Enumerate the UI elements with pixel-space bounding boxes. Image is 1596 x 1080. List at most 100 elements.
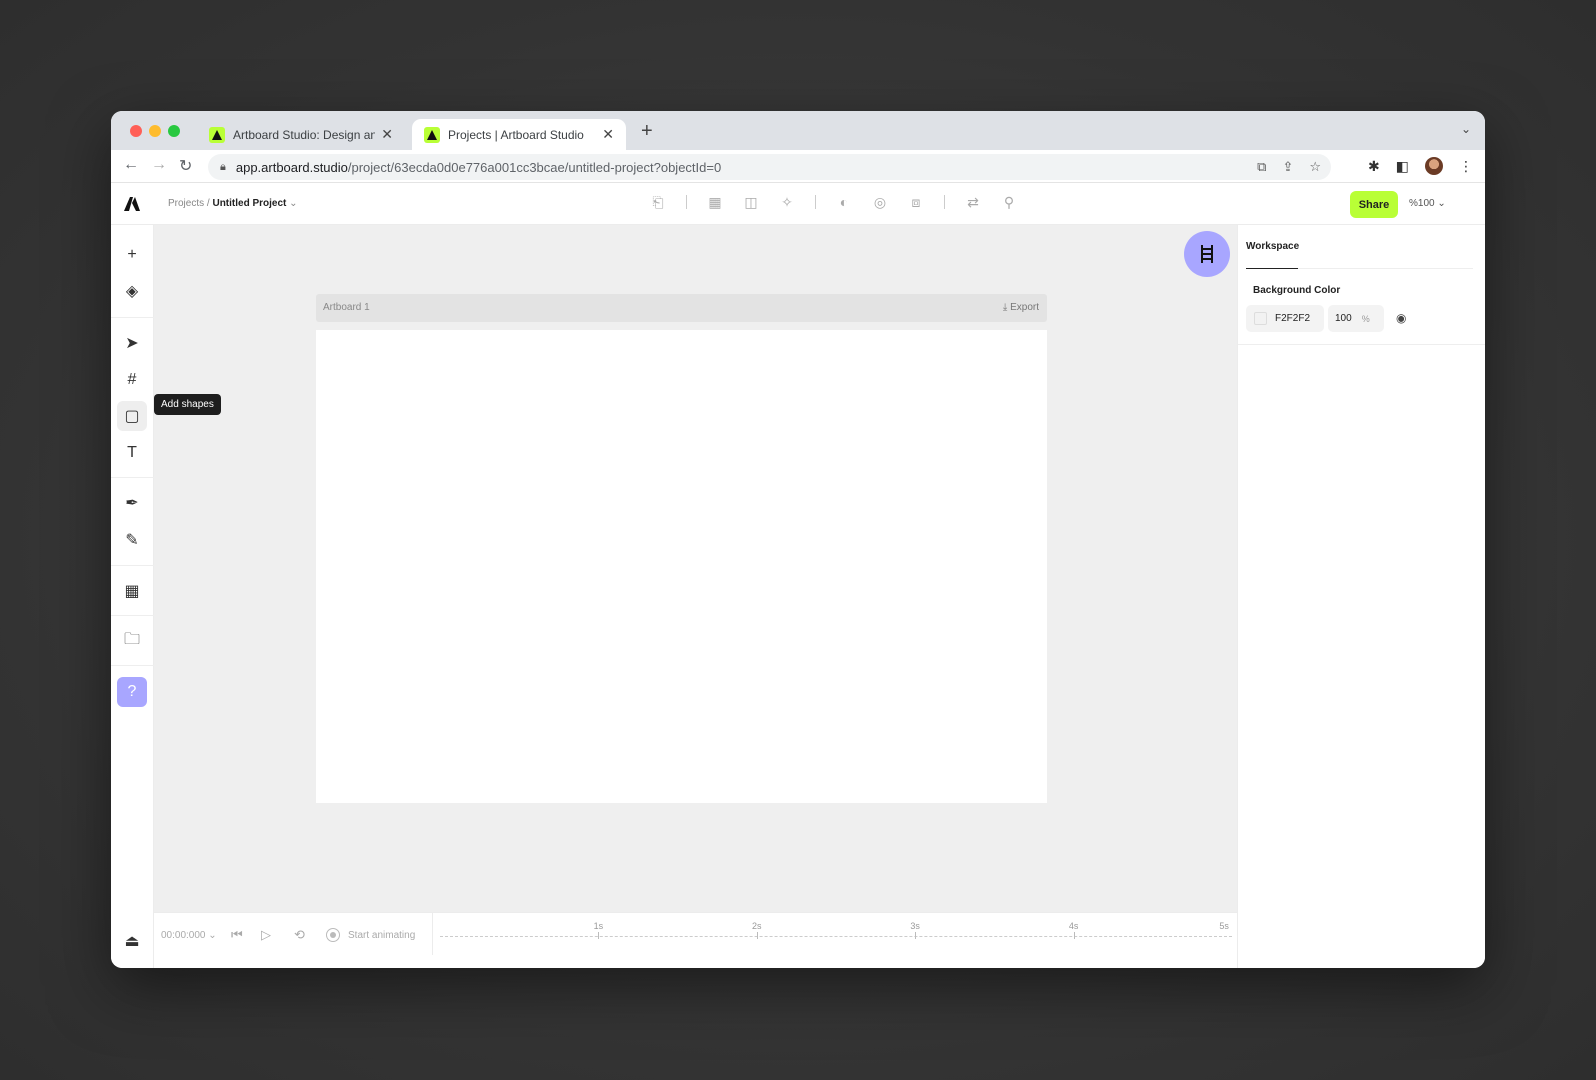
rail-divider: [111, 615, 154, 616]
opacity-field[interactable]: 100 %: [1328, 305, 1384, 332]
text-tool-icon[interactable]: T: [117, 438, 147, 468]
artboard[interactable]: [316, 330, 1047, 803]
close-tab-icon[interactable]: ✕: [602, 126, 614, 143]
zoom-value: %100: [1409, 198, 1435, 209]
table-icon[interactable]: ▦: [117, 576, 147, 606]
background-color-field[interactable]: F2F2F2: [1246, 305, 1324, 332]
skip-back-icon[interactable]: ⏮: [231, 927, 243, 943]
chevron-down-icon: ⌄: [1437, 198, 1446, 209]
close-tab-icon[interactable]: ✕: [381, 126, 393, 143]
close-window-button[interactable]: [130, 125, 142, 137]
new-tab-icon[interactable]: +: [641, 120, 653, 143]
rail-divider: [111, 665, 154, 666]
app-header: Projects / Untitled Project ⌄ ⎗ ▦ ◫ ✧ ◐ …: [111, 183, 1485, 225]
back-arrow-icon[interactable]: ←: [123, 156, 139, 174]
artboard-header[interactable]: Artboard 1 ⤓ Export: [316, 294, 1047, 322]
rail-divider: [111, 477, 154, 478]
artboard-favicon-icon: [424, 126, 440, 143]
ladder-icon[interactable]: [1184, 231, 1230, 277]
rail-divider: [111, 317, 154, 318]
contrast-icon[interactable]: ◐: [836, 194, 852, 210]
add-shapes-icon[interactable]: ▢: [117, 401, 147, 431]
zoom-select[interactable]: %100 ⌄: [1409, 198, 1446, 209]
side-panel-icon[interactable]: ◧: [1396, 158, 1409, 175]
share-button[interactable]: Share: [1350, 191, 1398, 218]
start-animating-label[interactable]: Start animating: [348, 930, 415, 941]
grid-icon[interactable]: ▦: [707, 194, 723, 210]
ruler-tick: [1073, 932, 1075, 939]
loop-icon[interactable]: ⟲: [294, 927, 305, 943]
magic-wand-icon[interactable]: ✧: [779, 194, 795, 210]
color-swatch[interactable]: [1254, 312, 1267, 325]
minimize-window-button[interactable]: [149, 125, 161, 137]
mockup-icon[interactable]: ⎗: [650, 194, 666, 210]
browser-toolbar: ← → ↻ 🔒︎ app.artboard.studio/project/63e…: [111, 150, 1485, 183]
open-in-app-icon[interactable]: ⧉: [1257, 159, 1266, 175]
opacity-value[interactable]: 100: [1335, 313, 1352, 324]
help-icon[interactable]: ?: [117, 677, 147, 707]
forward-arrow-icon[interactable]: →: [151, 156, 167, 174]
visibility-eye-icon[interactable]: ◉: [1396, 311, 1406, 325]
pencil-tool-icon[interactable]: ✎: [117, 525, 147, 555]
tab-search-chevron-icon[interactable]: ⌄: [1461, 122, 1471, 136]
add-shapes-tooltip: Add shapes: [154, 394, 221, 415]
download-icon: ⤓: [1002, 302, 1008, 313]
opacity-unit: %: [1361, 313, 1370, 324]
timecode-value: 00:00:000: [161, 930, 206, 941]
tab-workspace[interactable]: Workspace: [1246, 241, 1299, 252]
browser-menu-icon[interactable]: ⋮: [1459, 158, 1473, 175]
share-page-icon[interactable]: ⇪: [1282, 159, 1293, 175]
ruler-mark: 3s: [910, 921, 920, 931]
timeline-ruler[interactable]: 1s 2s 3s 4s 5s: [440, 921, 1232, 939]
bookmark-star-icon[interactable]: ☆: [1309, 159, 1321, 175]
record-icon[interactable]: [326, 928, 340, 942]
ruler-mark: 2s: [752, 921, 762, 931]
pen-tool-icon[interactable]: ✒: [117, 488, 147, 518]
artboard-favicon-icon: [209, 126, 225, 143]
ruler-tick: [915, 932, 917, 939]
background-color-label: Background Color: [1253, 285, 1341, 296]
boolean-ops-icon[interactable]: ⧈: [908, 194, 924, 210]
ruler-tick: [598, 932, 600, 939]
folder-icon[interactable]: 🗀: [117, 626, 147, 656]
reload-icon[interactable]: ↻: [179, 156, 192, 176]
maximize-window-button[interactable]: [168, 125, 180, 137]
artboard-logo-icon[interactable]: [123, 195, 141, 213]
extensions-puzzle-icon[interactable]: ✱: [1368, 158, 1380, 175]
properties-panel: Workspace Background Color F2F2F2 100 % …: [1237, 225, 1485, 968]
rail-divider: [111, 565, 154, 566]
flip-icon[interactable]: ⇄: [965, 194, 981, 210]
toolbar-divider: [944, 195, 945, 209]
layers-icon[interactable]: ◈: [117, 276, 147, 306]
play-icon[interactable]: ▷: [261, 927, 271, 943]
breadcrumb: Projects / Untitled Project ⌄: [168, 198, 298, 209]
background-hex-value[interactable]: F2F2F2: [1275, 313, 1310, 324]
timeline-toggle-icon[interactable]: ⏏: [117, 926, 147, 956]
timeline-divider: [432, 913, 433, 955]
timecode[interactable]: 00:00:000 ⌄: [161, 930, 217, 941]
address-bar[interactable]: 🔒︎ app.artboard.studio/project/63ecda0d0…: [208, 154, 1331, 180]
artboard-name[interactable]: Artboard 1: [323, 302, 370, 313]
panel-divider: [1238, 344, 1485, 345]
frame-hash-icon[interactable]: #: [117, 365, 147, 395]
add-icon[interactable]: +: [117, 240, 147, 270]
ladder-glyph-icon: [1201, 245, 1213, 263]
left-tool-rail: + ◈ ➤ # ▢ T ✒ ✎ ▦ 🗀 ? ⏏: [111, 225, 154, 968]
zoom-search-icon[interactable]: ⚲: [1001, 194, 1017, 210]
center-toolbar: ⎗ ▦ ◫ ✧ ◐ ◎ ⧈ ⇄ ⚲: [650, 194, 1017, 210]
layout-icon[interactable]: ◫: [743, 194, 759, 210]
chevron-down-icon[interactable]: ⌄: [289, 198, 297, 209]
active-tab-underline: [1246, 268, 1298, 269]
tab-title: Artboard Studio: Design and A: [233, 127, 376, 142]
lock-icon: 🔒︎: [220, 160, 226, 173]
tab-title: Projects | Artboard Studio: [448, 127, 584, 142]
select-arrow-icon[interactable]: ➤: [117, 328, 147, 358]
canvas[interactable]: Artboard 1 ⤓ Export: [154, 225, 1237, 912]
browser-tab-projects[interactable]: Projects | Artboard Studio ✕: [412, 119, 626, 150]
breadcrumb-projects-link[interactable]: Projects /: [168, 198, 210, 209]
profile-avatar[interactable]: [1425, 157, 1443, 175]
shape-combine-icon[interactable]: ◎: [872, 194, 888, 210]
export-button[interactable]: ⤓ Export: [1003, 302, 1039, 313]
browser-tab-artboard-home[interactable]: Artboard Studio: Design and A ✕: [197, 119, 405, 150]
project-name[interactable]: Untitled Project: [212, 198, 286, 209]
